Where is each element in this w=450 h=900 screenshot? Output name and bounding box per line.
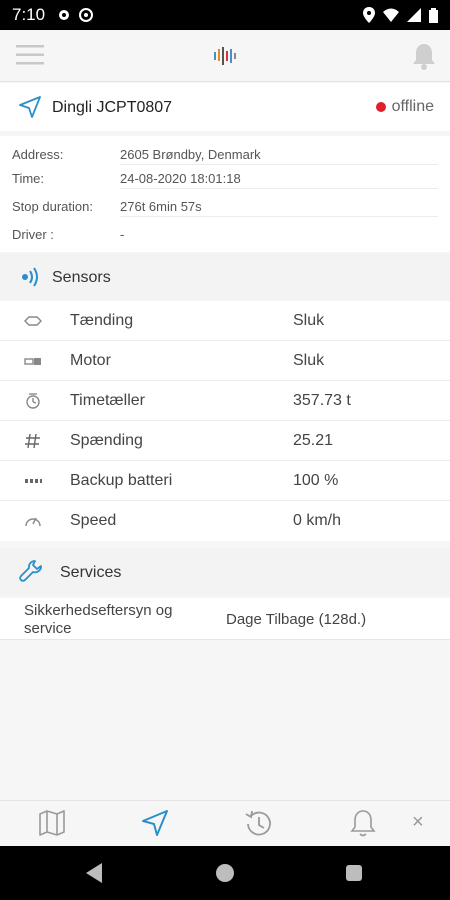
sensor-list: Tænding Sluk Motor Sluk Timetæller 357.7…	[0, 301, 450, 541]
sensor-value: 0 km/h	[293, 512, 342, 529]
info-key: Time:	[12, 171, 45, 186]
navigation-icon	[142, 810, 168, 836]
sensor-row[interactable]: Speed 0 km/h	[0, 501, 450, 541]
info-key: Stop duration:	[12, 199, 93, 214]
sensor-value: 100 %	[293, 472, 339, 489]
info-row-time: Time: 24-08-2020 18:01:18	[12, 163, 438, 189]
signal-icon	[407, 8, 421, 22]
status-time: 7:10	[12, 5, 46, 24]
tab-map[interactable]	[36, 807, 70, 841]
battery-icon	[429, 7, 438, 23]
sensor-label: Timetæller	[70, 392, 145, 409]
sensor-row[interactable]: Timetæller 357.73 t	[0, 381, 450, 421]
services-title: Services	[60, 564, 122, 581]
info-key: Address:	[12, 147, 64, 162]
info-key: Driver :	[12, 227, 54, 242]
bell-icon[interactable]	[410, 42, 438, 70]
logo-bars-icon	[214, 47, 236, 65]
sensor-value: 25.21	[293, 432, 334, 449]
hamburger-icon[interactable]	[16, 44, 44, 66]
speedometer-icon	[25, 517, 41, 527]
sensor-signal-icon	[22, 267, 38, 287]
tab-notifications[interactable]	[347, 807, 381, 841]
sensor-row[interactable]: Backup batteri 100 %	[0, 461, 450, 501]
gear-icon	[59, 10, 70, 20]
history-icon	[245, 810, 271, 836]
sensor-label: Tænding	[70, 312, 134, 329]
info-row-driver: Driver : -	[12, 219, 438, 245]
sensor-label: Spænding	[70, 432, 143, 449]
sensor-value: 357.73 t	[293, 392, 351, 409]
app-bar	[0, 30, 450, 82]
device-name: Dingli JCPT0807	[52, 99, 173, 116]
service-label: Sikkerhedseftersyn og service	[24, 602, 173, 637]
sensor-value: Sluk	[293, 312, 325, 329]
status-dot	[375, 102, 386, 112]
wrench-icon	[19, 560, 42, 582]
sensor-value: Sluk	[293, 352, 325, 369]
divider	[0, 639, 450, 640]
back-icon[interactable]	[86, 863, 102, 883]
sensor-label: Speed	[70, 512, 117, 529]
hour-counter-icon	[26, 393, 40, 409]
device-info: Address: 2605 Brøndby, Denmark Time: 24-…	[0, 136, 450, 252]
battery-dots-icon	[25, 479, 42, 483]
info-value: -	[120, 227, 125, 242]
status-text: offline	[391, 98, 434, 115]
close-icon[interactable]: ×	[412, 811, 424, 834]
sensor-row[interactable]: Spænding 25.21	[0, 421, 450, 461]
hash-icon	[25, 433, 40, 449]
info-row-stop-duration: Stop duration: 276t 6min 57s	[12, 191, 438, 217]
bell-icon	[350, 810, 376, 837]
divider	[120, 188, 438, 189]
location-icon	[363, 7, 375, 23]
info-value: 24-08-2020 18:01:18	[120, 171, 241, 186]
home-icon[interactable]	[216, 864, 234, 882]
sensor-label: Motor	[70, 352, 111, 369]
service-row[interactable]: Sikkerhedseftersyn og service Dage Tilba…	[0, 598, 450, 640]
sensors-title: Sensors	[52, 269, 111, 286]
navigation-icon	[19, 96, 41, 118]
map-icon	[39, 810, 65, 836]
device-header[interactable]: Dingli JCPT0807 offline	[0, 83, 450, 131]
info-value: 276t 6min 57s	[120, 199, 202, 214]
ignition-icon	[24, 316, 42, 326]
recent-apps-icon[interactable]	[346, 865, 362, 881]
divider	[120, 216, 438, 217]
engine-icon	[24, 358, 41, 365]
info-row-address: Address: 2605 Brøndby, Denmark	[12, 139, 438, 165]
sensors-header: Sensors	[0, 253, 450, 301]
info-value: 2605 Brøndby, Denmark	[120, 147, 261, 162]
system-navigation-bar	[0, 846, 450, 900]
services-header: Services	[0, 548, 450, 596]
sensor-row[interactable]: Tænding Sluk	[0, 301, 450, 341]
status-bar: 7:10	[0, 0, 450, 30]
sensor-row[interactable]: Motor Sluk	[0, 341, 450, 381]
tab-navigation[interactable]	[139, 807, 173, 841]
device-status: offline	[375, 98, 434, 116]
service-value: Dage Tilbage (128d.)	[226, 611, 367, 628]
bottom-tab-bar: ×	[0, 800, 450, 846]
sensor-label: Backup batteri	[70, 472, 173, 489]
tab-history[interactable]	[242, 807, 276, 841]
wifi-icon	[383, 8, 399, 22]
at-icon	[79, 8, 94, 22]
